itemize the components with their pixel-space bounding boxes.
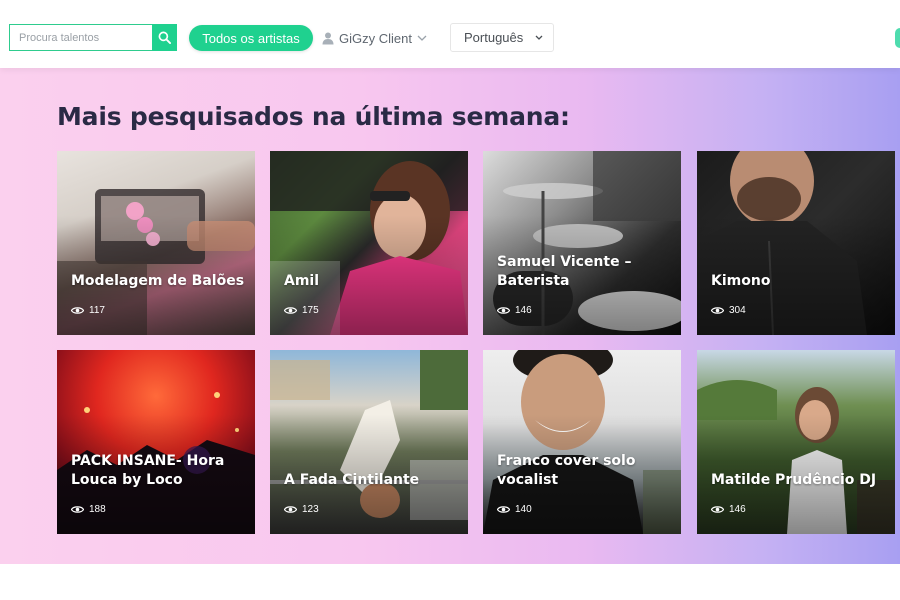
artist-name: Franco cover solo vocalist bbox=[497, 453, 636, 488]
view-count-value: 140 bbox=[515, 504, 532, 515]
artist-name: Matilde Prudêncio DJ bbox=[711, 472, 877, 488]
edge-button[interactable] bbox=[895, 28, 900, 48]
section-title: Mais pesquisados na última semana: bbox=[57, 102, 570, 131]
chevron-down-icon bbox=[535, 35, 543, 40]
view-count-value: 175 bbox=[302, 305, 319, 316]
artist-name: PACK INSANE- Hora Louca by Loco bbox=[71, 453, 225, 488]
artist-card[interactable]: Kimono 304 bbox=[697, 151, 895, 335]
view-count-value: 304 bbox=[729, 305, 746, 316]
all-artists-button[interactable]: Todos os artistas bbox=[189, 25, 313, 51]
client-label: GiGzy Client bbox=[339, 30, 412, 46]
artist-card[interactable]: Franco cover solo vocalist 140 bbox=[483, 350, 681, 534]
language-select[interactable]: Português bbox=[450, 23, 554, 52]
top-navbar: Todos os artistas GiGzy Client Português bbox=[0, 0, 900, 68]
artist-card[interactable]: Modelagem de Balões 117 bbox=[57, 151, 255, 335]
search-button[interactable] bbox=[152, 24, 177, 51]
artist-name: Modelagem de Balões bbox=[71, 273, 245, 289]
view-count-value: 188 bbox=[89, 504, 106, 515]
view-count-value: 146 bbox=[515, 305, 532, 316]
view-count: 146 bbox=[711, 504, 746, 515]
search-input[interactable] bbox=[9, 24, 152, 51]
view-count: 304 bbox=[711, 305, 746, 316]
view-count: 117 bbox=[71, 305, 105, 316]
artist-name: A Fada Cintilante bbox=[284, 472, 420, 488]
view-count-value: 123 bbox=[302, 504, 319, 515]
most-searched-section: Mais pesquisados na última semana: Model… bbox=[0, 68, 900, 564]
eye-icon bbox=[497, 307, 510, 314]
artist-name: Amil bbox=[284, 273, 320, 289]
search-bar bbox=[9, 24, 177, 51]
chevron-down-icon bbox=[417, 35, 427, 41]
eye-icon bbox=[71, 506, 84, 513]
search-icon bbox=[158, 31, 171, 44]
client-menu[interactable]: GiGzy Client bbox=[322, 26, 427, 50]
view-count: 123 bbox=[284, 504, 319, 515]
view-count: 175 bbox=[284, 305, 319, 316]
view-count: 140 bbox=[497, 504, 532, 515]
view-count-value: 117 bbox=[89, 305, 105, 316]
artist-name: Kimono bbox=[711, 273, 771, 289]
view-count: 146 bbox=[497, 305, 532, 316]
artist-card[interactable]: Samuel Vicente – Baterista 146 bbox=[483, 151, 681, 335]
eye-icon bbox=[497, 506, 510, 513]
eye-icon bbox=[71, 307, 84, 314]
artist-card[interactable]: A Fada Cintilante 123 bbox=[270, 350, 468, 534]
language-label: Português bbox=[464, 30, 524, 45]
view-count-value: 146 bbox=[729, 504, 746, 515]
artist-card[interactable]: Amil 175 bbox=[270, 151, 468, 335]
artist-card[interactable]: PACK INSANE- Hora Louca by Loco 188 bbox=[57, 350, 255, 534]
eye-icon bbox=[284, 506, 297, 513]
user-icon bbox=[322, 32, 334, 44]
eye-icon bbox=[711, 307, 724, 314]
artist-card[interactable]: Matilde Prudêncio DJ 146 bbox=[697, 350, 895, 534]
page-footer-area bbox=[0, 564, 900, 600]
view-count: 188 bbox=[71, 504, 106, 515]
eye-icon bbox=[284, 307, 297, 314]
eye-icon bbox=[711, 506, 724, 513]
artist-name: Samuel Vicente – Baterista bbox=[497, 254, 632, 289]
